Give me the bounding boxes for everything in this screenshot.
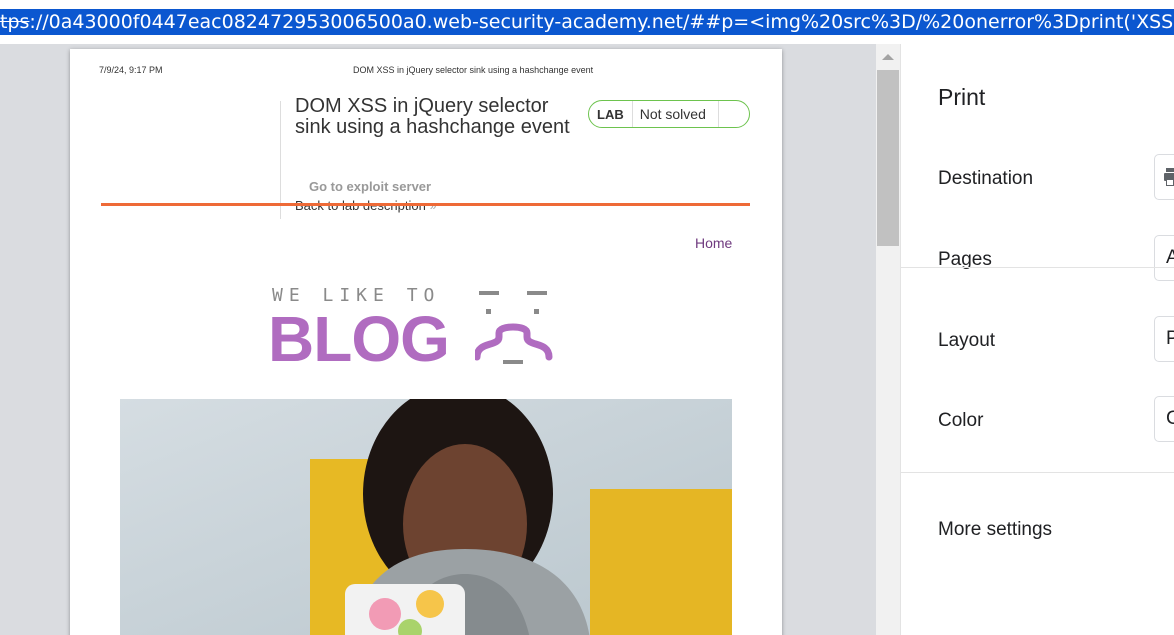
color-value: C xyxy=(1166,408,1174,429)
print-settings-panel: Print Destination Pages A Layout P Color… xyxy=(900,44,1174,635)
header-accent-line xyxy=(101,203,750,206)
address-bar[interactable]: tps://0a43000f0447eac082472953006500a0.w… xyxy=(0,0,1174,44)
color-label: Color xyxy=(938,410,984,431)
preview-scrollbar[interactable] xyxy=(876,44,900,635)
layout-label: Layout xyxy=(938,330,996,351)
chevron-right-icon: » xyxy=(429,199,437,213)
lab-status-text: Not solved xyxy=(633,101,719,127)
color-select[interactable]: C xyxy=(1154,396,1174,442)
blog-hero-image xyxy=(120,399,732,635)
pages-select[interactable]: A xyxy=(1154,235,1174,281)
panel-divider xyxy=(901,472,1174,473)
lab-badge-label: LAB xyxy=(589,101,633,127)
page-header-title: DOM XSS in jQuery selector sink using a … xyxy=(353,65,594,75)
preview-page: 7/9/24, 9:17 PM DOM XSS in jQuery select… xyxy=(70,49,782,635)
lab-status-badge: LAB Not solved xyxy=(588,100,750,128)
destination-label: Destination xyxy=(938,168,1034,189)
panel-divider xyxy=(901,267,1174,268)
scroll-up-arrow-icon[interactable] xyxy=(882,54,894,60)
destination-select[interactable] xyxy=(1154,154,1174,200)
print-panel-title: Print xyxy=(938,84,986,110)
layout-select[interactable]: P xyxy=(1154,316,1174,362)
pages-value: A xyxy=(1166,247,1174,268)
blog-logo-face-icon xyxy=(475,291,553,364)
exploit-server-link[interactable]: Go to exploit server xyxy=(309,179,431,194)
url-rest: ://0a43000f0447eac082472953006500a0.web-… xyxy=(29,11,1174,33)
printer-icon xyxy=(1164,168,1174,186)
blog-logo-word: BLOG xyxy=(268,303,450,375)
lab-title: DOM XSS in jQuery selector sink using a … xyxy=(295,95,570,138)
layout-value: P xyxy=(1166,328,1174,349)
url-text-selected[interactable]: tps://0a43000f0447eac082472953006500a0.w… xyxy=(0,9,1174,35)
print-preview-area: 7/9/24, 9:17 PM DOM XSS in jQuery select… xyxy=(0,44,876,635)
scrollbar-thumb[interactable] xyxy=(877,70,899,246)
url-scheme: tps xyxy=(0,11,30,33)
page-header-date: 7/9/24, 9:17 PM xyxy=(99,65,163,75)
more-settings-toggle[interactable]: More settings xyxy=(938,519,1052,541)
lab-header-divider xyxy=(280,101,281,219)
nav-home-link[interactable]: Home xyxy=(695,235,732,251)
